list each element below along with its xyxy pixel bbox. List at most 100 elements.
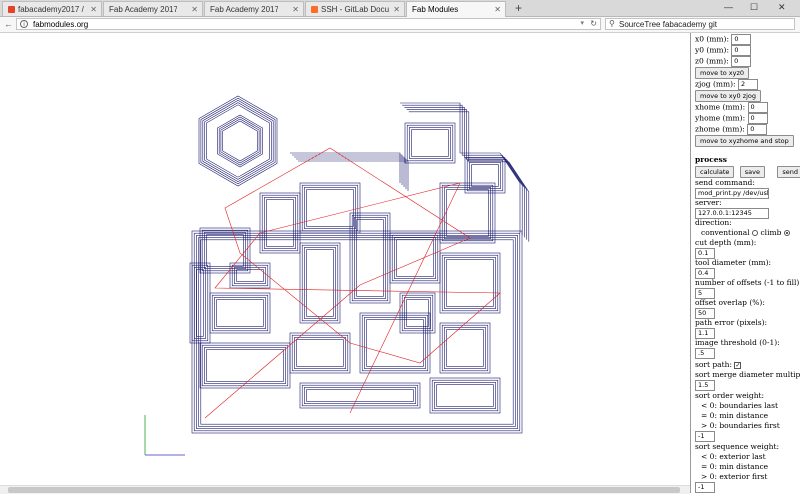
pad-path [364,317,426,369]
y0-input[interactable]: 0 [731,45,752,56]
window-close-icon[interactable]: ✕ [778,2,786,13]
xhome-input[interactable]: 0 [747,102,768,113]
sort-seq-eq: = 0: min distance [701,462,769,471]
pad-path [444,327,486,369]
tab-label: Fab Modules [412,5,459,14]
calculate-button[interactable]: calculate [695,166,735,178]
save-button[interactable]: save [739,166,766,178]
new-tab-button[interactable]: + [515,1,522,15]
send-button[interactable]: send [777,166,800,178]
move-xyzhome-row: move to xyzhome and stop [695,135,794,147]
image-threshold-label: image threshold (0-1): [695,338,780,347]
pad-path [299,182,361,234]
info-icon[interactable]: i [20,20,28,28]
move-xy0-zjog-row: move to xy0 zjog [695,90,762,102]
tab-ssh-gitlab-docs[interactable]: SSH - GitLab Documentati... ✕ [305,1,405,16]
pad-path [394,237,436,279]
pad-path [264,197,296,249]
sort-merge-row: 1.5 [695,380,715,391]
zhome-input[interactable]: 0 [747,124,768,135]
trace-path [296,158,407,189]
pad-path [301,384,419,407]
toolpath-canvas-area[interactable] [0,33,690,493]
pad-path [211,294,269,332]
chevron-down-icon[interactable]: ▾ [580,19,584,27]
close-icon[interactable]: ✕ [494,5,501,14]
pad-path [296,339,344,367]
search-icon: ⚲ [609,19,615,28]
address-bar[interactable]: i fabmodules.org ▾ ↻ [16,18,601,30]
image-threshold-input[interactable]: .5 [695,348,715,359]
yhome-row: yhome (mm): 0 [695,113,768,124]
y0-row: y0 (mm): 0 [695,45,752,56]
sort-order-gt: > 0: boundaries first [701,421,780,430]
reload-icon[interactable]: ↻ [590,19,597,28]
pad-path [411,129,449,157]
z0-input[interactable]: 0 [731,56,752,67]
image-threshold-row: .5 [695,348,715,359]
yhome-input[interactable]: 0 [747,113,768,124]
sort-seq-input[interactable]: -1 [695,482,715,493]
trace-path [402,104,523,236]
pad-path [439,182,496,244]
pad-path [469,162,501,189]
sort-order-input[interactable]: -1 [695,431,715,442]
zjog-input[interactable]: 2 [737,79,758,90]
tab-fab-academy-2017[interactable]: Fab Academy 2017 ✕ [103,1,203,16]
sort-path-checkbox[interactable]: ✓ [734,361,742,369]
close-icon[interactable]: ✕ [191,5,198,14]
pad-path [306,389,414,402]
sort-order-row: -1 [695,431,715,442]
sort-merge-input[interactable]: 1.5 [695,380,715,391]
minimize-icon[interactable]: — [724,2,733,12]
close-icon[interactable]: ✕ [393,5,400,14]
close-icon[interactable]: ✕ [292,5,299,14]
search-bar[interactable]: ⚲ SourceTree fabacademy git [605,18,795,30]
move-to-xyz0-button[interactable]: move to xyz0 [695,67,750,79]
pad-path [299,242,341,324]
pad-path [354,217,386,299]
direction-conventional-radio[interactable] [752,230,759,236]
tab-fabacademy-echofab[interactable]: fabacademy2017 / echofa... ✕ [2,1,102,16]
pad-path [464,157,506,194]
pad-path [301,184,359,232]
sort-merge-label: sort merge diameter multiple: [695,370,800,379]
move-to-xyzhome-and-stop-button[interactable]: move to xyzhome and stop [695,135,794,147]
maximize-icon[interactable]: ☐ [750,2,758,13]
pad-path [434,382,496,409]
tab-label: Fab Academy 2017 [109,5,177,14]
pad-path [304,247,336,319]
pad-path [201,229,249,272]
hexagon-inner-path [218,116,262,166]
trace-path [400,102,521,233]
sort-path-row: sort path: ✓ [695,360,742,370]
scrollbar-thumb[interactable] [8,487,680,493]
trace-path [408,111,530,242]
move-to-xy0-zjog-button[interactable]: move to xy0 zjog [695,90,762,102]
tab-fab-academy-mikko[interactable]: Fab Academy 2017 - Mikko To... ✕ [204,1,304,16]
pad-path [406,124,454,162]
direction-label: direction: [695,218,732,227]
z0-label: z0 (mm): [695,56,729,66]
tab-fab-modules[interactable]: Fab Modules ✕ [406,1,506,17]
x0-input[interactable]: 0 [731,34,752,45]
back-arrow-icon[interactable]: ← [4,19,13,29]
pad-path [216,299,264,327]
toolpath-preview[interactable] [0,33,690,493]
sort-seq-label: sort sequence weight: [695,442,779,451]
overlap-label: offset overlap (%): [695,298,765,307]
direction-row: conventional climb [695,228,790,238]
move-xyz0-row: move to xyz0 [695,67,750,79]
pad-path [291,334,349,372]
hexagon-logo-path [206,104,270,178]
hexagon-inner-path [220,118,260,164]
tab-label: fabacademy2017 / echofa... [18,5,86,14]
direction-climb-radio[interactable] [783,230,790,236]
server-label: server: [695,198,722,207]
pad-path [359,312,431,374]
process-buttons-row: calculate save send [695,166,800,178]
close-icon[interactable]: ✕ [90,5,97,14]
pad-path [429,377,501,414]
tab-label: Fab Academy 2017 - Mikko To... [210,5,278,14]
path-error-label: path error (pixels): [695,318,768,327]
